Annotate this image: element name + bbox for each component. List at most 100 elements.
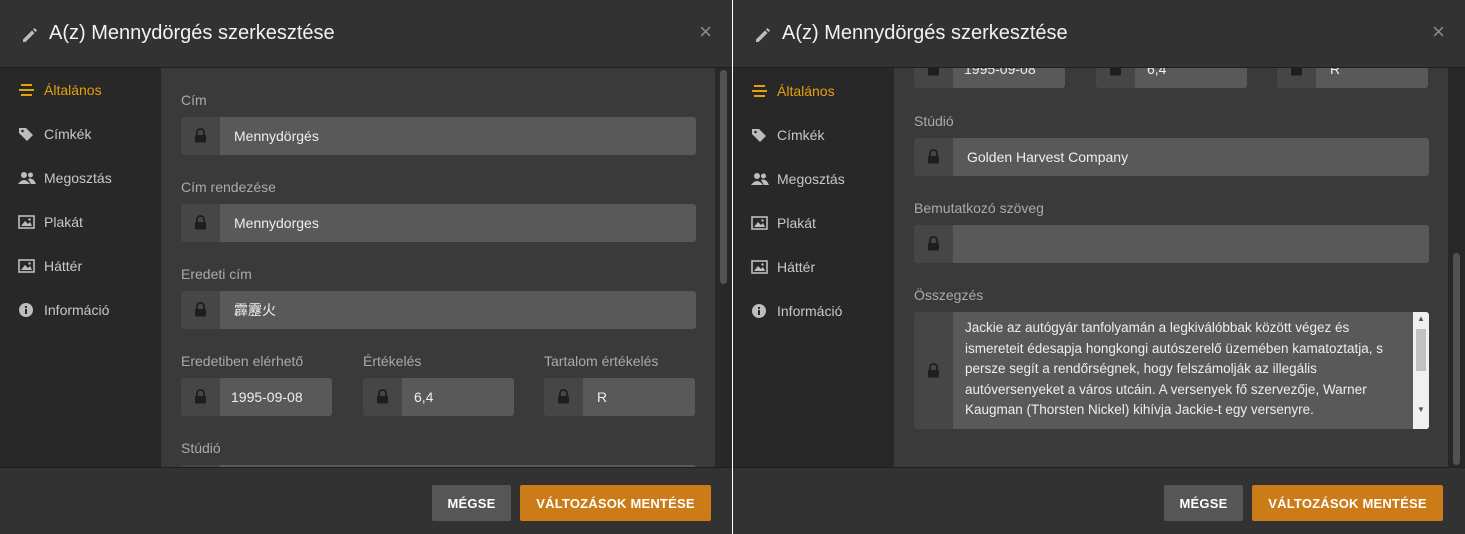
rating-label: Értékelés bbox=[363, 353, 422, 369]
lock-icon bbox=[1110, 68, 1121, 76]
close-icon[interactable]: × bbox=[1432, 20, 1445, 44]
summary-text: Jackie az autógyár tanfolyamán a legkivá… bbox=[965, 320, 1383, 417]
sidebar-item-label: Általános bbox=[44, 82, 102, 98]
info-icon bbox=[752, 304, 766, 318]
dialog-title: A(z) Mennydörgés szerkesztése bbox=[782, 22, 1068, 44]
sidebar-item-label: Plakát bbox=[777, 215, 816, 231]
sidebar-item-label: Megosztás bbox=[777, 171, 845, 187]
release-date-lock[interactable] bbox=[181, 378, 220, 416]
original-title-lock[interactable] bbox=[181, 291, 220, 329]
sidebar-item-label: Háttér bbox=[777, 259, 816, 275]
pencil-icon bbox=[756, 28, 770, 42]
lock-icon bbox=[928, 68, 939, 76]
sort-title-input[interactable]: Mennydorges bbox=[220, 204, 696, 242]
tagline-label: Bemutatkozó szöveg bbox=[914, 200, 1044, 216]
summary-textarea[interactable]: Jackie az autógyár tanfolyamán a legkivá… bbox=[953, 312, 1429, 429]
content-rating-input[interactable]: R bbox=[1316, 68, 1428, 88]
sidebar-item-poster[interactable]: Plakát bbox=[751, 211, 816, 235]
sidebar-item-label: Általános bbox=[777, 83, 835, 99]
content-rating-lock[interactable] bbox=[1277, 68, 1316, 88]
studio-lock[interactable] bbox=[914, 138, 953, 176]
sidebar-item-sharing[interactable]: Megosztás bbox=[18, 166, 112, 190]
sidebar-item-general[interactable]: Általános bbox=[18, 78, 102, 102]
release-date-input[interactable]: 1995-09-08 bbox=[220, 378, 332, 416]
cancel-button[interactable]: MÉGSE bbox=[1164, 485, 1243, 521]
sort-title-label: Cím rendezése bbox=[181, 179, 276, 195]
tagline-input[interactable] bbox=[953, 225, 1429, 263]
resize-grip-icon[interactable] bbox=[1420, 420, 1429, 429]
content-rating-lock[interactable] bbox=[544, 378, 583, 416]
scrollbar-thumb[interactable] bbox=[1453, 253, 1460, 465]
summary-lock[interactable] bbox=[914, 312, 953, 429]
content-rating-label: Tartalom értékelés bbox=[544, 353, 659, 369]
sidebar-item-label: Megosztás bbox=[44, 170, 112, 186]
content-rating-input[interactable]: R bbox=[583, 378, 695, 416]
sidebar-item-label: Háttér bbox=[44, 258, 83, 274]
sidebar-item-label: Címkék bbox=[44, 126, 92, 142]
dialog-footer: MÉGSE VÁLTOZÁSOK MENTÉSE bbox=[0, 467, 732, 534]
lock-icon bbox=[377, 389, 388, 404]
sidebar-item-poster[interactable]: Plakát bbox=[18, 210, 83, 234]
sidebar-item-general[interactable]: Általános bbox=[751, 79, 835, 103]
dialog-header: A(z) Mennydörgés szerkesztése × bbox=[0, 0, 732, 68]
lock-icon bbox=[195, 215, 206, 230]
lock-icon bbox=[928, 363, 939, 378]
lock-icon bbox=[558, 389, 569, 404]
users-icon bbox=[18, 172, 36, 184]
sidebar-nav: Általános Címkék Megosztás Plakát Háttér… bbox=[0, 68, 161, 467]
sidebar-item-info[interactable]: Információ bbox=[18, 298, 109, 322]
dialog-scrollbar[interactable] bbox=[715, 68, 732, 467]
dialog-title: A(z) Mennydörgés szerkesztése bbox=[49, 22, 335, 44]
dialog-scrollbar[interactable] bbox=[1448, 68, 1465, 467]
rating-input[interactable]: 6,4 bbox=[1135, 68, 1247, 88]
scrollbar-thumb[interactable] bbox=[720, 70, 727, 284]
sidebar-nav: Általános Címkék Megosztás Plakát Háttér… bbox=[733, 68, 894, 467]
sidebar-item-label: Címkék bbox=[777, 127, 825, 143]
sidebar-item-sharing[interactable]: Megosztás bbox=[751, 167, 845, 191]
textarea-scrollbar[interactable]: ▲ ▼ bbox=[1413, 312, 1429, 429]
sidebar-item-background[interactable]: Háttér bbox=[751, 255, 815, 279]
info-icon bbox=[19, 303, 33, 317]
sidebar-item-background[interactable]: Háttér bbox=[18, 254, 82, 278]
image-icon bbox=[18, 215, 35, 229]
sidebar-item-tags[interactable]: Címkék bbox=[18, 122, 91, 146]
edit-dialog-left: A(z) Mennydörgés szerkesztése × Általáno… bbox=[0, 0, 732, 534]
image-icon bbox=[18, 259, 35, 273]
tagline-lock[interactable] bbox=[914, 225, 953, 263]
scroll-up-icon[interactable]: ▲ bbox=[1413, 312, 1429, 326]
image-icon bbox=[751, 216, 768, 230]
save-changes-button[interactable]: VÁLTOZÁSOK MENTÉSE bbox=[520, 485, 711, 521]
lock-icon bbox=[195, 389, 206, 404]
release-date-input[interactable]: 1995-09-08 bbox=[953, 68, 1065, 88]
rating-input[interactable]: 6,4 bbox=[402, 378, 514, 416]
sidebar-item-label: Információ bbox=[44, 302, 110, 318]
image-icon bbox=[751, 260, 768, 274]
summary-label: Összegzés bbox=[914, 287, 984, 303]
title-input[interactable]: Mennydörgés bbox=[220, 117, 696, 155]
general-form: 1995-09-08 6,4 R Stúdió Golden Harvest C… bbox=[894, 68, 1448, 467]
lock-icon bbox=[928, 149, 939, 164]
tag-icon bbox=[19, 128, 33, 141]
save-changes-button[interactable]: VÁLTOZÁSOK MENTÉSE bbox=[1252, 485, 1443, 521]
general-form: Cím Mennydörgés Cím rendezése Mennydorge… bbox=[161, 68, 715, 467]
studio-label: Stúdió bbox=[914, 113, 954, 129]
studio-input[interactable]: Golden Harvest Company bbox=[953, 138, 1429, 176]
release-date-lock[interactable] bbox=[914, 68, 953, 88]
users-icon bbox=[751, 173, 769, 185]
cancel-button[interactable]: MÉGSE bbox=[432, 485, 511, 521]
original-title-input[interactable]: 霹靂火 bbox=[220, 291, 696, 329]
title-lock[interactable] bbox=[181, 117, 220, 155]
rating-lock[interactable] bbox=[1096, 68, 1135, 88]
dialog-footer: MÉGSE VÁLTOZÁSOK MENTÉSE bbox=[733, 467, 1465, 534]
sidebar-item-label: Plakát bbox=[44, 214, 83, 230]
sort-title-lock[interactable] bbox=[181, 204, 220, 242]
sidebar-item-label: Információ bbox=[777, 303, 843, 319]
title-label: Cím bbox=[181, 92, 207, 108]
scroll-down-icon[interactable]: ▼ bbox=[1413, 403, 1429, 417]
lock-icon bbox=[1291, 68, 1302, 76]
textarea-scroll-thumb[interactable] bbox=[1416, 329, 1426, 371]
sidebar-item-info[interactable]: Információ bbox=[751, 299, 842, 323]
close-icon[interactable]: × bbox=[699, 20, 712, 44]
sidebar-item-tags[interactable]: Címkék bbox=[751, 123, 824, 147]
rating-lock[interactable] bbox=[363, 378, 402, 416]
